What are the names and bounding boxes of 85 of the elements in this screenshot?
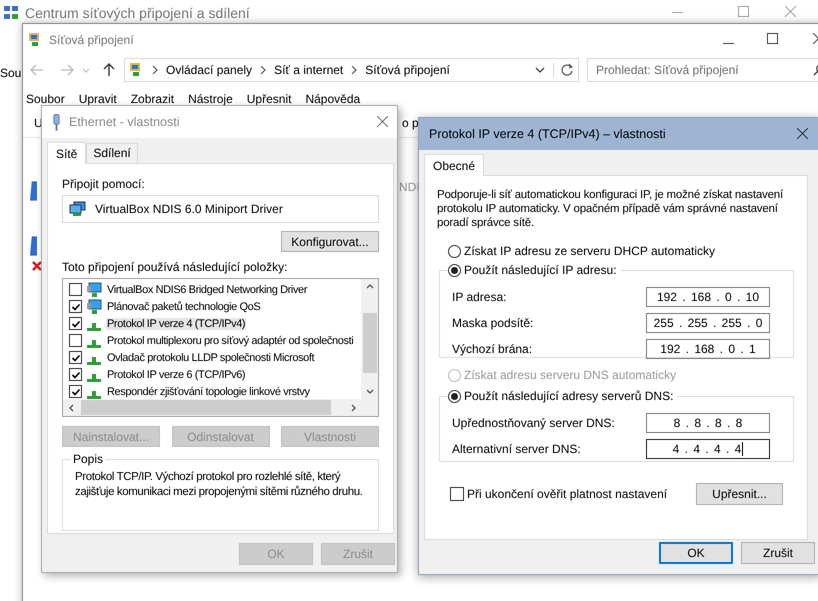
adapter-name: VirtualBox NDIS 6.0 Miniport Driver: [95, 202, 283, 216]
dialog-button[interactable]: OK: [659, 542, 733, 564]
close-icon[interactable]: [797, 128, 808, 139]
radio-button[interactable]: [448, 264, 461, 276]
ip-address-field[interactable]: 192 . 168 . 0 . 10: [646, 287, 770, 307]
breadcrumb[interactable]: Ovládací panely: [166, 63, 252, 77]
field-label: Alternativní server DNS:: [452, 442, 582, 456]
monitor-icon: [30, 235, 37, 257]
monitor-icon: [86, 298, 102, 314]
checkbox[interactable]: [69, 385, 82, 398]
ip-address-field[interactable]: 255 . 255 . 255 . 0: [646, 313, 770, 333]
menu-item[interactable]: Nástroje: [188, 92, 233, 106]
network-icon: [3, 4, 19, 20]
window-title: Síťová připojení: [49, 32, 134, 46]
list-item[interactable]: Protokol IP verze 6 (TCP/IPv6): [106, 368, 246, 380]
list-item[interactable]: Protokol IP verze 4 (TCP/IPv4): [106, 318, 246, 330]
ip-address-field[interactable]: 8 . 8 . 8 . 8: [646, 413, 770, 433]
network-protocol-icon: [87, 390, 101, 398]
checkbox[interactable]: [69, 283, 82, 296]
field-label: Připojit pomocí:: [62, 177, 146, 191]
field-label: Upřednostňovaný server DNS:: [452, 416, 616, 430]
checkbox[interactable]: [69, 317, 82, 330]
toolbar-text: Sou: [0, 66, 22, 80]
network-protocol-icon: [87, 322, 101, 330]
window-title: Centrum síťových připojení a sdílení: [25, 4, 250, 20]
ip-address-field[interactable]: 192 . 168 . 0 . 1: [646, 339, 770, 359]
list-item[interactable]: Ovladač protokolu LLDP společnosti Microsoft: [106, 352, 316, 364]
breadcrumb[interactable]: Síťová připojení: [365, 63, 450, 77]
checkbox[interactable]: [69, 300, 82, 313]
ip-address-field[interactable]: 4 . 4 . 4 . 4: [646, 439, 770, 459]
list-item[interactable]: Protokol multiplexoru pro síťový adaptér od společnosti: [106, 334, 354, 346]
intro-text: Podporuje-li síť automatickou konfiguraci IP, je možné získat nastavení protokolu IP automaticky. V opačném případě vám správné nastavení poradí správce sítě.: [437, 188, 784, 230]
chevron-down-icon[interactable]: [535, 65, 545, 75]
network-protocol-icon: [87, 340, 101, 348]
list-item[interactable]: VirtualBox NDIS6 Bridged Networking Driver: [106, 284, 308, 296]
configure-button[interactable]: Konfigurovat...: [281, 231, 379, 252]
field-label: Toto připojení používá následující položky:: [62, 260, 288, 274]
field-label: Výchozí brána:: [452, 342, 534, 356]
radio-button[interactable]: [448, 390, 461, 402]
close-icon[interactable]: [377, 116, 388, 127]
tab[interactable]: Sdílení: [86, 143, 138, 163]
field-label: Maska podsítě:: [452, 316, 534, 330]
chevron-right-icon: [351, 66, 358, 74]
tab[interactable]: Sítě: [47, 142, 86, 164]
maximize-icon[interactable]: [767, 33, 778, 44]
menu-item[interactable]: Nápověda: [305, 92, 360, 106]
address-bar[interactable]: Ovládací panely Síť a internet Síťová připojení: [124, 58, 579, 82]
monitor-icon: [30, 180, 37, 202]
up-arrow-icon[interactable]: [101, 62, 117, 78]
menu-item[interactable]: Zobrazit: [130, 92, 174, 106]
checkbox[interactable]: [69, 334, 82, 347]
tab[interactable]: Obecné: [424, 154, 484, 176]
checkbox[interactable]: [69, 351, 82, 364]
field-label: IP adresa:: [452, 290, 508, 304]
network-protocol-icon: [87, 356, 101, 364]
checkbox[interactable]: [69, 368, 82, 381]
chevron-right-icon: [152, 66, 158, 74]
breadcrumb[interactable]: Síť a internet: [274, 63, 344, 77]
menu-item[interactable]: Soubor: [26, 92, 65, 106]
network-icon: [69, 201, 87, 217]
radio-label[interactable]: Získat IP adresu ze serveru DHCP automaticky: [464, 244, 715, 258]
description-text: Protokol TCP/IP. Výchozí protokol pro rozlehlé sítě, který zajišťuje komunikaci mezi propojenými sítěmi různého druhu.: [75, 470, 364, 500]
search-field[interactable]: Prohledat: Síťová připojení: [587, 58, 818, 82]
radio-button[interactable]: [448, 244, 461, 258]
dialog-button[interactable]: Zrušit: [741, 542, 815, 564]
chevron-right-icon: [260, 66, 266, 74]
scroll-thumb[interactable]: [81, 400, 331, 415]
toolbar-text: o p: [402, 116, 419, 130]
scroll-thumb[interactable]: [362, 313, 376, 373]
menu-item[interactable]: Upravit: [78, 92, 117, 106]
vertical-scrollbar[interactable]: [361, 279, 378, 399]
network-protocol-icon: [87, 374, 101, 382]
dialog-title: Ethernet - vlastnosti: [69, 115, 180, 129]
monitor-icon: [86, 282, 102, 298]
checkbox[interactable]: [450, 487, 464, 501]
checkbox-label[interactable]: Při ukončení ověřit platnost nastavení: [467, 487, 668, 501]
menu-item[interactable]: Upřesnit: [246, 92, 292, 106]
horizontal-scrollbar[interactable]: [63, 399, 378, 416]
list-item[interactable]: Plánovač paketů technologie QoS: [106, 300, 262, 312]
list-item[interactable]: Respondér zjišťování topologie linkové vrstvy: [106, 386, 311, 398]
error-cross-icon: [32, 261, 42, 271]
group-title: Popis: [71, 452, 106, 466]
advanced-button[interactable]: Upřesnit...: [696, 483, 783, 505]
dialog-title: Protokol IP verze 4 (TCP/IPv4) – vlastnosti: [429, 127, 666, 141]
plug-icon: [52, 114, 61, 130]
